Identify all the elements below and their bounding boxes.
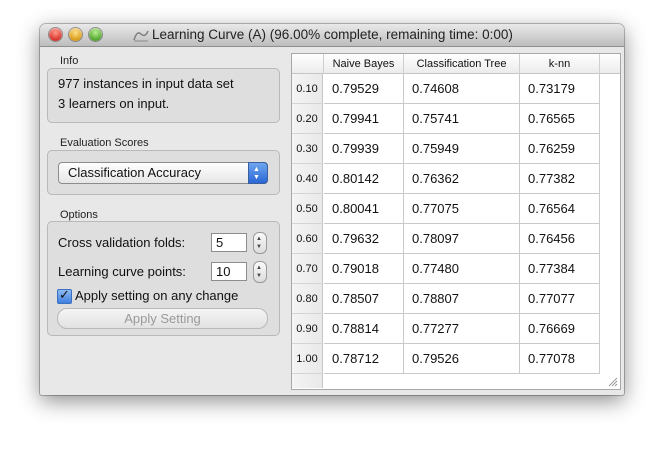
table-cell[interactable]: 0.77277 (404, 314, 520, 344)
table-cell[interactable]: 0.76259 (520, 134, 600, 164)
table-cell[interactable]: 0.76456 (520, 224, 600, 254)
row-header-filler (292, 374, 323, 388)
table-cell[interactable]: 0.77075 (404, 194, 520, 224)
table-cell[interactable]: 0.79529 (324, 74, 404, 104)
evaluation-scores-label: Evaluation Scores (60, 137, 149, 149)
evaluation-score-value: Classification Accuracy (68, 165, 201, 180)
row-header[interactable]: 0.70 (292, 254, 323, 284)
column-header-classification-tree[interactable]: Classification Tree (404, 54, 520, 74)
table-cell[interactable]: 0.80142 (324, 164, 404, 194)
table-cell[interactable]: 0.78507 (324, 284, 404, 314)
row-header[interactable]: 0.60 (292, 224, 323, 254)
row-header[interactable]: 0.20 (292, 104, 323, 134)
minimize-button[interactable] (69, 28, 82, 41)
table-cell[interactable]: 0.79632 (324, 224, 404, 254)
apply-setting-button[interactable]: Apply Setting (57, 308, 268, 329)
table-cell[interactable]: 0.76362 (404, 164, 520, 194)
options-label: Options (60, 209, 98, 221)
options-box: Cross validation folds: ▲▼ Learning curv… (47, 221, 280, 336)
learning-curve-window: Learning Curve (A) (96.00% complete, rem… (40, 24, 624, 395)
table-cell[interactable]: 0.76564 (520, 194, 600, 224)
table-cell[interactable]: 0.80041 (324, 194, 404, 224)
info-box: 977 instances in input data set 3 learne… (47, 68, 280, 123)
corner-header (292, 54, 324, 74)
table-cell[interactable]: 0.77382 (520, 164, 600, 194)
table-cell[interactable]: 0.75741 (404, 104, 520, 134)
table-cell[interactable]: 0.76669 (520, 314, 600, 344)
table-cell[interactable]: 0.77077 (520, 284, 600, 314)
row-header[interactable]: 0.50 (292, 194, 323, 224)
folds-stepper[interactable]: ▲ ▼ (253, 232, 267, 254)
table-cell[interactable]: 0.73179 (520, 74, 600, 104)
row-header[interactable]: 0.80 (292, 284, 323, 314)
points-label: Learning curve points: (58, 264, 186, 279)
instances-text: 977 instances in input data set (58, 76, 234, 91)
column-header-knn[interactable]: k-nn (520, 54, 600, 74)
table-cell[interactable]: 0.79526 (404, 344, 520, 374)
table-cell[interactable]: 0.77384 (520, 254, 600, 284)
resize-grip-icon[interactable] (606, 375, 618, 387)
header-filler (600, 54, 620, 74)
apply-on-change-label[interactable]: Apply setting on any change (75, 288, 238, 303)
zoom-button[interactable] (89, 28, 102, 41)
table-cell[interactable]: 0.78712 (324, 344, 404, 374)
row-header[interactable]: 0.30 (292, 134, 323, 164)
learning-curve-icon (133, 30, 149, 42)
info-label: Info (60, 55, 79, 67)
select-arrows-icon: ▲ ▼ (248, 162, 268, 184)
table-cell[interactable]: 0.78807 (404, 284, 520, 314)
title-bar[interactable]: Learning Curve (A) (96.00% complete, rem… (40, 24, 624, 47)
row-header[interactable]: 0.10 (292, 74, 323, 104)
window-title: Learning Curve (A) (96.00% complete, rem… (152, 27, 513, 42)
table-cell[interactable]: 0.78814 (324, 314, 404, 344)
evaluation-scores-box: Classification Accuracy ▲ ▼ (47, 150, 280, 195)
table-cell[interactable]: 0.77078 (520, 344, 600, 374)
folds-input[interactable] (211, 233, 247, 252)
learners-text: 3 learners on input. (58, 96, 170, 111)
results-table[interactable]: Naive Bayes Classification Tree k-nn 0.1… (291, 53, 621, 390)
table-cell[interactable]: 0.77480 (404, 254, 520, 284)
table-cell[interactable]: 0.75949 (404, 134, 520, 164)
points-stepper[interactable]: ▲ ▼ (253, 261, 267, 283)
points-input[interactable] (211, 262, 247, 281)
table-cell[interactable]: 0.76565 (520, 104, 600, 134)
checkmark-icon: ✓ (59, 287, 70, 302)
column-header-naive-bayes[interactable]: Naive Bayes (324, 54, 404, 74)
table-cell[interactable]: 0.78097 (404, 224, 520, 254)
row-header[interactable]: 0.90 (292, 314, 323, 344)
row-header[interactable]: 1.00 (292, 344, 323, 374)
apply-on-change-checkbox[interactable]: ✓ (57, 287, 72, 304)
evaluation-score-select[interactable]: Classification Accuracy ▲ ▼ (58, 162, 268, 184)
table-cell[interactable]: 0.74608 (404, 74, 520, 104)
close-button[interactable] (49, 28, 62, 41)
table-cell[interactable]: 0.79939 (324, 134, 404, 164)
row-header[interactable]: 0.40 (292, 164, 323, 194)
folds-label: Cross validation folds: (58, 235, 186, 250)
table-cell[interactable]: 0.79018 (324, 254, 404, 284)
table-cell[interactable]: 0.79941 (324, 104, 404, 134)
